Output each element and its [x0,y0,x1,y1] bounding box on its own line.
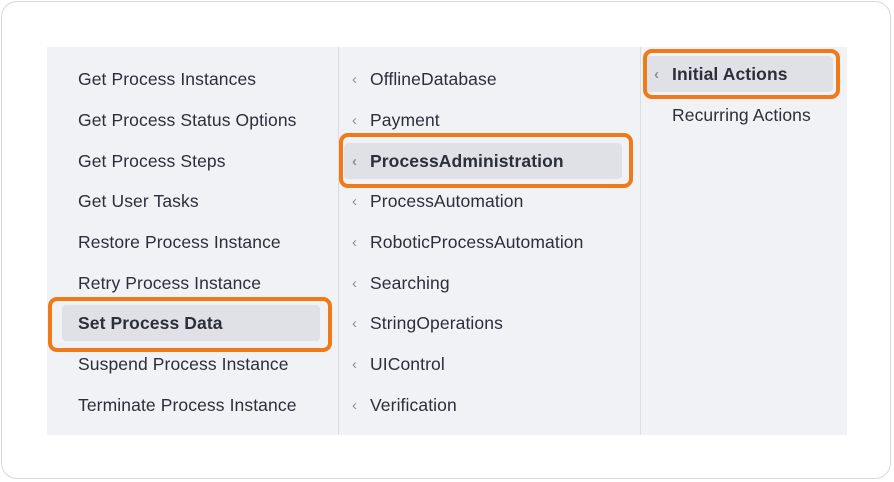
menu-item-searching[interactable]: ‹ Searching [352,265,450,301]
menu-item-get-process-steps[interactable]: Get Process Steps [78,143,226,179]
menu-item-label: Restore Process Instance [78,231,281,252]
menu-item-initial-actions[interactable]: ‹ Initial Actions [645,56,833,92]
chevron-left-icon: ‹ [352,70,358,88]
menu-item-label: Retry Process Instance [78,272,262,293]
subcategory-column: ‹ Initial Actions Recurring Actions [641,47,847,435]
menu-item-label: ProcessAutomation [370,190,524,211]
menu-item-label: Recurring Actions [672,104,811,125]
menu-item-roboticprocessautomation[interactable]: ‹ RoboticProcessAutomation [352,224,583,260]
menu-item-label: Get User Tasks [78,190,199,211]
chevron-left-icon: ‹ [352,192,358,210]
menu-item-get-process-status-options[interactable]: Get Process Status Options [78,102,297,138]
menu-item-label: StringOperations [370,312,503,333]
menu-item-recurring-actions[interactable]: Recurring Actions [672,97,811,133]
menu-item-set-process-data[interactable]: Set Process Data [62,305,320,341]
menu-item-payment[interactable]: ‹ Payment [352,102,440,138]
chevron-left-icon: ‹ [352,274,358,292]
chevron-left-icon: ‹ [654,65,660,83]
menu-item-stringoperations[interactable]: ‹ StringOperations [352,305,503,341]
menu-item-verification[interactable]: ‹ Verification [352,387,457,423]
actions-column: Get Process Instances Get Process Status… [47,47,339,435]
menu-item-processautomation[interactable]: ‹ ProcessAutomation [352,183,523,219]
menu-item-offlinedatabase[interactable]: ‹ OfflineDatabase [352,61,497,97]
menu-item-label: UIControl [370,353,445,374]
chevron-left-icon: ‹ [352,233,358,251]
menu-item-label: Initial Actions [672,63,788,84]
menu-item-label: OfflineDatabase [370,68,497,89]
menu-item-label: Suspend Process Instance [78,353,289,374]
menu-item-label: RoboticProcessAutomation [370,231,584,252]
menu-item-label: Set Process Data [78,312,223,333]
menu-item-terminate-process-instance[interactable]: Terminate Process Instance [78,387,297,423]
chevron-left-icon: ‹ [352,314,358,332]
menu-item-get-user-tasks[interactable]: Get User Tasks [78,183,199,219]
menu-item-label: Get Process Status Options [78,109,297,130]
menu-item-uicontrol[interactable]: ‹ UIControl [352,346,445,382]
category-column: ‹ OfflineDatabase ‹ Payment ‹ ProcessAdmini… [339,47,641,435]
menu-item-processadministration[interactable]: ‹ ProcessAdministration [344,143,622,179]
chevron-left-icon: ‹ [352,355,358,373]
menu-item-label: Terminate Process Instance [78,394,297,415]
chevron-left-icon: ‹ [352,111,358,129]
chevron-left-icon: ‹ [352,152,358,170]
chevron-left-icon: ‹ [352,396,358,414]
menu-item-suspend-process-instance[interactable]: Suspend Process Instance [78,346,289,382]
menu-item-label: Searching [370,272,450,293]
menu-item-label: ProcessAdministration [370,150,564,171]
menu-item-restore-process-instance[interactable]: Restore Process Instance [78,224,281,260]
menu-item-label: Verification [370,394,457,415]
menu-item-label: Get Process Steps [78,150,226,171]
menu-item-label: Get Process Instances [78,68,257,89]
cascading-menu: Get Process Instances Get Process Status… [47,47,847,435]
menu-item-label: Payment [370,109,440,130]
menu-item-retry-process-instance[interactable]: Retry Process Instance [78,265,261,301]
menu-item-get-process-instances[interactable]: Get Process Instances [78,61,256,97]
